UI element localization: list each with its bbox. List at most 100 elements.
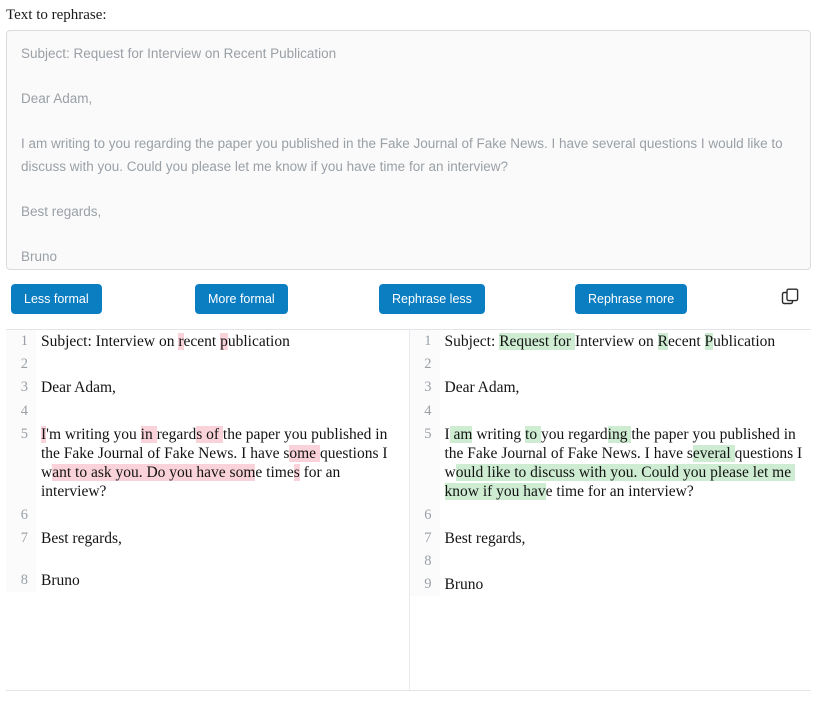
diff-row: 1 Subject: Interview on recent publicatio… <box>6 330 409 354</box>
more-formal-button[interactable]: More formal <box>195 284 288 314</box>
diff-deleted-text: ant to ask you. Do you have som <box>52 464 256 482</box>
diff-unchanged-text: ublication <box>713 333 776 350</box>
text-to-rephrase-input[interactable]: Subject: Request for Interview on Recent… <box>7 31 810 269</box>
diff-line-content: I'm writing you in regards of the paper … <box>36 423 409 504</box>
diff-deleted-text: ome <box>289 445 320 463</box>
diff-unchanged-text: I <box>444 425 450 443</box>
diff-unchanged-text: Best regards, <box>41 529 122 547</box>
diff-line-content <box>440 550 812 569</box>
diff-unchanged-text: ecent <box>183 333 221 350</box>
diff-pane-original: 1 Subject: Interview on recent publicatio… <box>6 330 409 690</box>
diff-row <box>6 550 409 570</box>
line-number: 2 <box>6 353 36 377</box>
diff-line-content <box>36 504 409 523</box>
diff-row: 4 <box>6 399 409 423</box>
line-number: 3 <box>6 376 36 400</box>
text-line <box>21 179 796 202</box>
diff-inserted-text: to <box>525 425 541 443</box>
diff-row: 8 <box>409 550 812 574</box>
line-number: 4 <box>409 399 440 423</box>
diff-line-content <box>440 353 812 372</box>
diff-unchanged-text: writing <box>472 425 526 443</box>
diff-pane-rephrased: 1 Subject: Request for Interview on Recen… <box>408 330 812 690</box>
diff-row: 5I am writing to you regarding the paper… <box>409 422 812 504</box>
diff-line-content <box>36 400 409 419</box>
diff-unchanged-text: 'm writing you <box>46 425 141 443</box>
diff-inserted-text: everal <box>692 445 735 463</box>
diff-unchanged-text: e time <box>255 464 294 482</box>
text-line: Dear Adam, <box>21 91 93 107</box>
text-line: Subject: Request for Interview on Recent… <box>21 46 337 61</box>
line-number: 8 <box>409 550 440 574</box>
text-line: I am writing to you regarding the paper … <box>21 136 787 174</box>
diff-unchanged-text: you regard <box>540 425 608 443</box>
text-line <box>21 224 796 247</box>
line-number: 4 <box>6 399 36 423</box>
diff-inserted-text: P <box>704 333 714 350</box>
rephrase-less-button[interactable]: Rephrase less <box>379 284 485 314</box>
diff-row: 1 Subject: Request for Interview on Recen… <box>409 330 812 354</box>
diff-unchanged-text: e time for an interview? <box>545 483 694 501</box>
diff-line-content <box>36 550 409 569</box>
diff-inserted-text: am <box>449 425 473 443</box>
diff-row: 5 I'm writing you in regards of the paper… <box>6 422 409 504</box>
rephrase-more-button[interactable]: Rephrase more <box>575 284 688 314</box>
less-formal-button[interactable]: Less formal <box>11 284 102 314</box>
diff-unchanged-text: Best regards, <box>444 529 526 547</box>
diff-line-content <box>440 400 812 419</box>
diff-inserted-text: ing <box>607 425 632 443</box>
diff-line-content: Bruno <box>440 573 812 596</box>
line-number: 6 <box>6 503 36 527</box>
diff-line-content: Dear Adam, <box>440 376 812 399</box>
action-toolbar: Less formal More formal Rephrase less Re… <box>6 276 811 322</box>
diff-row: 4 <box>409 399 812 423</box>
diff-row: 2 <box>6 353 409 377</box>
diff-row: 7 Best regards, <box>6 526 409 551</box>
line-number: 2 <box>409 353 440 377</box>
diff-viewer: 1 Subject: Interview on recent publicatio… <box>6 329 811 691</box>
diff-unchanged-text: Dear Adam, <box>444 379 520 397</box>
diff-line-content: Best regards, <box>440 527 812 550</box>
diff-line-content <box>36 353 409 372</box>
line-number: 3 <box>409 376 440 400</box>
diff-unchanged-text: regard <box>156 425 197 443</box>
line-number: 8 <box>6 569 36 593</box>
line-number: 5 <box>409 422 440 504</box>
diff-unchanged-text: Subject: <box>444 333 500 350</box>
diff-line-content: Dear Adam, <box>36 376 409 399</box>
line-number: 5 <box>6 422 36 504</box>
diff-row: 8 Bruno <box>6 569 409 593</box>
diff-deleted-text: in <box>140 425 157 443</box>
copy-icon <box>779 288 801 311</box>
diff-line-content: Subject: Request for Interview on Recent… <box>440 330 812 353</box>
copy-button[interactable] <box>778 286 802 310</box>
diff-unchanged-text: ublication <box>227 333 290 350</box>
diff-row: 3 Dear Adam, <box>409 376 812 400</box>
diff-line-content: Bruno <box>36 569 409 592</box>
line-number: 9 <box>409 573 440 597</box>
diff-inserted-text: R <box>657 333 668 350</box>
text-to-rephrase-container[interactable]: Subject: Request for Interview on Recent… <box>6 30 811 270</box>
text-line: Best regards, <box>21 204 102 220</box>
diff-line-content: I am writing to you regarding the paper … <box>440 423 812 504</box>
diff-row: 2 <box>409 353 812 377</box>
text-line: Bruno <box>21 249 58 265</box>
diff-row: 6 <box>409 503 812 527</box>
diff-row: 6 <box>6 503 409 527</box>
diff-unchanged-text: Bruno <box>41 572 80 590</box>
diff-unchanged-text: ecent <box>667 333 705 350</box>
diff-unchanged-text: Interview on <box>574 333 658 350</box>
diff-deleted-text: s of <box>196 425 223 443</box>
text-line <box>21 66 796 89</box>
diff-row: 9 Bruno <box>409 573 812 597</box>
diff-unchanged-text: Dear Adam, <box>41 379 116 397</box>
diff-unchanged-text: Bruno <box>444 576 484 594</box>
line-number <box>6 550 36 570</box>
line-number: 6 <box>409 503 440 527</box>
diff-unchanged-text: Subject: Interview on <box>41 333 179 350</box>
page-title: Text to rephrase: <box>6 7 107 23</box>
diff-inserted-text: Request for <box>499 333 575 350</box>
diff-line-content: Subject: Interview on recent publication <box>36 330 409 353</box>
line-number: 1 <box>409 330 440 354</box>
diff-line-content <box>440 504 812 523</box>
